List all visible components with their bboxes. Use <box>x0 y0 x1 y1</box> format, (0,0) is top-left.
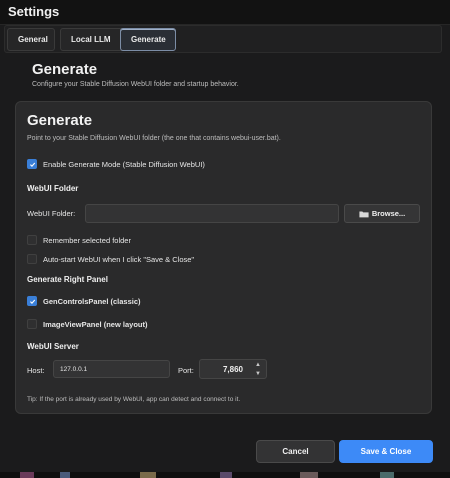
port-decrement-button[interactable]: ▼ <box>252 370 264 378</box>
enable-generate-checkbox[interactable] <box>27 159 37 169</box>
remember-folder-checkbox[interactable] <box>27 235 37 245</box>
image-view-panel-label: ImageViewPanel (new layout) <box>43 319 148 329</box>
tab-local-llm[interactable]: Local LLM <box>60 28 128 51</box>
check-icon <box>29 162 35 167</box>
autostart-checkbox[interactable] <box>27 254 37 264</box>
save-close-button[interactable]: Save & Close <box>339 440 433 463</box>
card-title: Generate <box>27 112 93 129</box>
image-view-panel-option[interactable]: ImageViewPanel (new layout) <box>27 319 147 329</box>
cancel-button[interactable]: Cancel <box>256 440 335 463</box>
background-strip <box>0 472 450 478</box>
card-subtitle: Point to your Stable Diffusion WebUI fol… <box>27 135 281 142</box>
gen-controls-panel-option[interactable]: GenControlsPanel (classic) <box>27 296 141 306</box>
check-icon <box>29 299 35 304</box>
autostart-label: Auto-start WebUI when I click "Save & Cl… <box>43 254 195 264</box>
port-label: Port: <box>178 366 194 375</box>
webui-folder-label: WebUI Folder: <box>27 209 76 218</box>
host-input[interactable]: 127.0.0.1 <box>53 360 170 378</box>
page-description: Configure your Stable Diffusion WebUI fo… <box>32 81 239 88</box>
chevron-up-icon: ▲ <box>255 362 261 368</box>
webui-folder-input[interactable] <box>85 204 339 223</box>
autostart-option[interactable]: Auto-start WebUI when I click "Save & Cl… <box>27 254 194 264</box>
section-right-panel: Generate Right Panel <box>27 275 108 284</box>
port-tip: Tip: If the port is already used by WebU… <box>27 396 241 403</box>
host-label: Host: <box>27 366 45 375</box>
section-webui-folder: WebUI Folder <box>27 184 79 193</box>
generate-settings-card: Generate Point to your Stable Diffusion … <box>15 101 432 414</box>
chevron-down-icon: ▼ <box>255 371 261 377</box>
port-increment-button[interactable]: ▲ <box>252 361 264 369</box>
folder-icon <box>359 211 369 217</box>
tab-generate[interactable]: Generate <box>120 28 176 51</box>
page-title: Generate <box>32 61 98 78</box>
gen-controls-panel-checkbox[interactable] <box>27 296 37 306</box>
tab-bar: General Local LLM Generate <box>4 25 442 53</box>
gen-controls-panel-label: GenControlsPanel (classic) <box>43 296 141 306</box>
browse-button[interactable]: Browse... <box>344 204 420 223</box>
image-view-panel-checkbox[interactable] <box>27 319 37 329</box>
section-webui-server: WebUI Server <box>27 342 79 351</box>
tab-general[interactable]: General <box>7 28 55 51</box>
remember-folder-label: Remember selected folder <box>43 235 131 245</box>
remember-folder-option[interactable]: Remember selected folder <box>27 235 131 245</box>
enable-generate-option[interactable]: Enable Generate Mode (Stable Diffusion W… <box>27 159 205 169</box>
enable-generate-label: Enable Generate Mode (Stable Diffusion W… <box>43 159 205 169</box>
browse-label: Browse... <box>371 209 406 218</box>
title-bar: Settings <box>0 0 450 25</box>
window-title: Settings <box>8 4 60 19</box>
